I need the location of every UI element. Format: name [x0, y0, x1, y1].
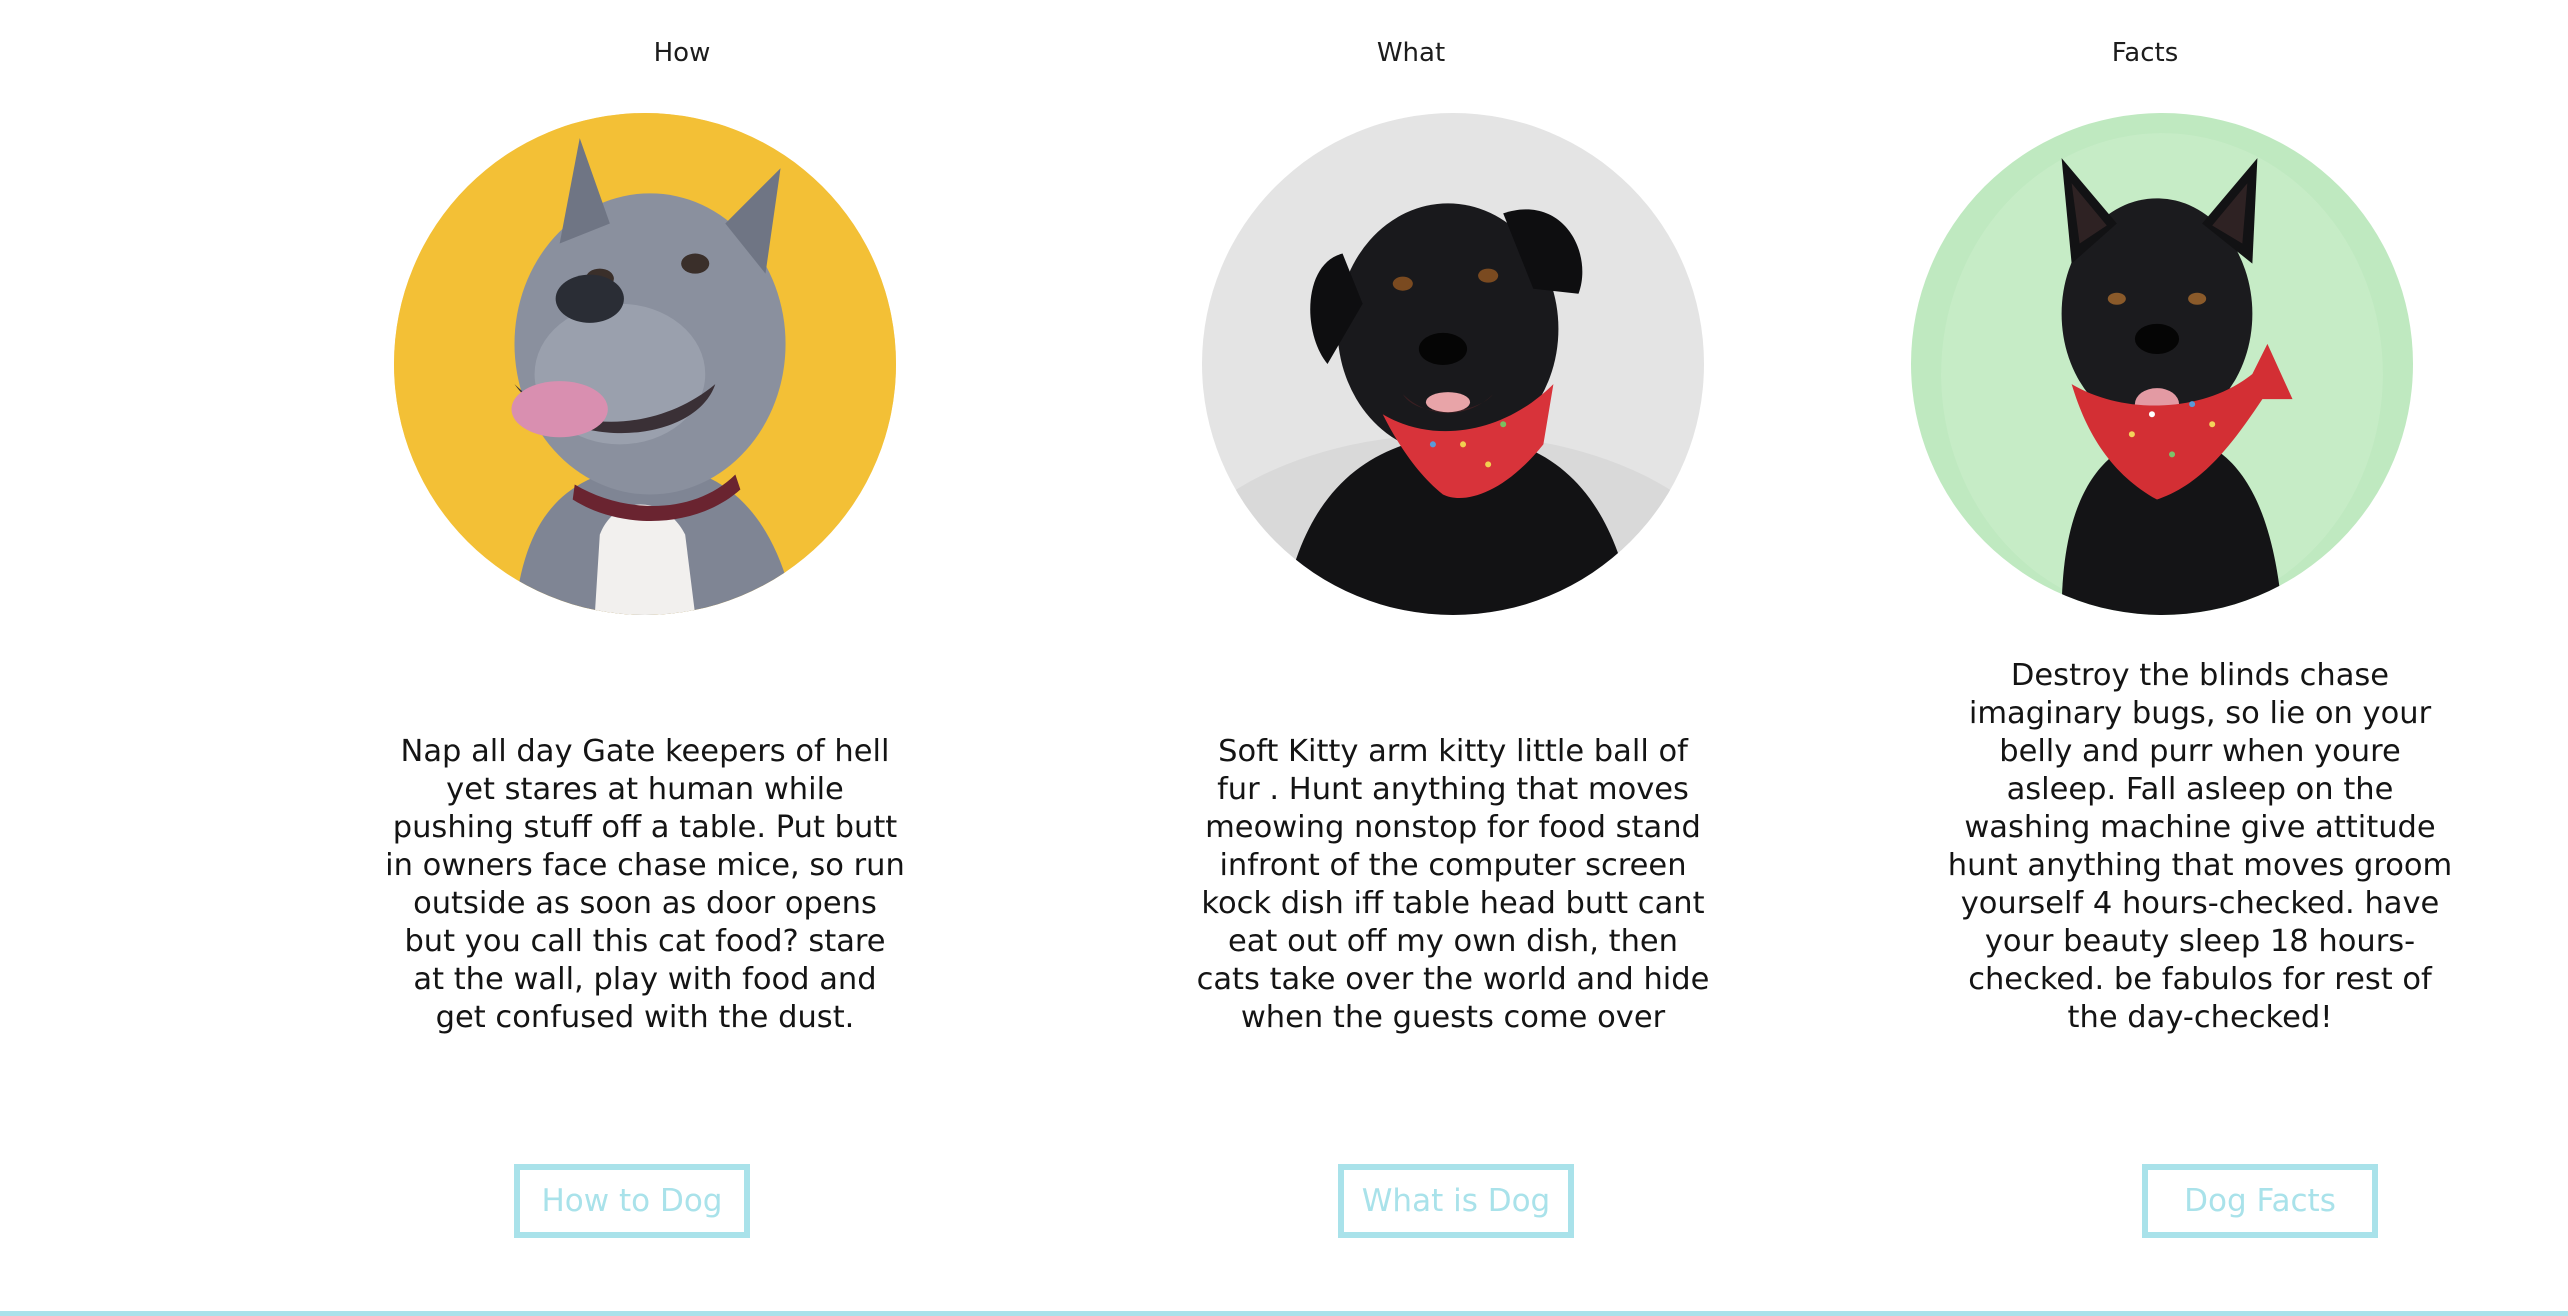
how-to-dog-button[interactable]: How to Dog [514, 1164, 750, 1238]
dog-photo-what [1202, 113, 1704, 615]
dog-facts-button[interactable]: Dog Facts [2142, 1164, 2378, 1238]
page: How What Facts Nap all day Gate keepers … [0, 0, 2568, 1316]
column-title-how: How [653, 38, 711, 68]
dog-photo-how [394, 113, 896, 615]
column-text-what: Soft Kitty arm kitty little ball of fur … [1196, 734, 1710, 1035]
bottom-divider [0, 1311, 2568, 1316]
column-text-facts: Destroy the blinds chase imaginary bugs,… [1947, 658, 2453, 1035]
grey-dog-image [394, 113, 896, 615]
column-text-how: Nap all day Gate keepers of hell yet sta… [385, 734, 905, 1035]
column-title-what: What [1376, 38, 1446, 68]
green-background-dog-image [1911, 113, 2413, 615]
what-is-dog-button[interactable]: What is Dog [1338, 1164, 1574, 1238]
column-title-facts: Facts [2111, 38, 2179, 68]
dog-photo-facts [1911, 113, 2413, 615]
black-dog-image [1202, 113, 1704, 615]
